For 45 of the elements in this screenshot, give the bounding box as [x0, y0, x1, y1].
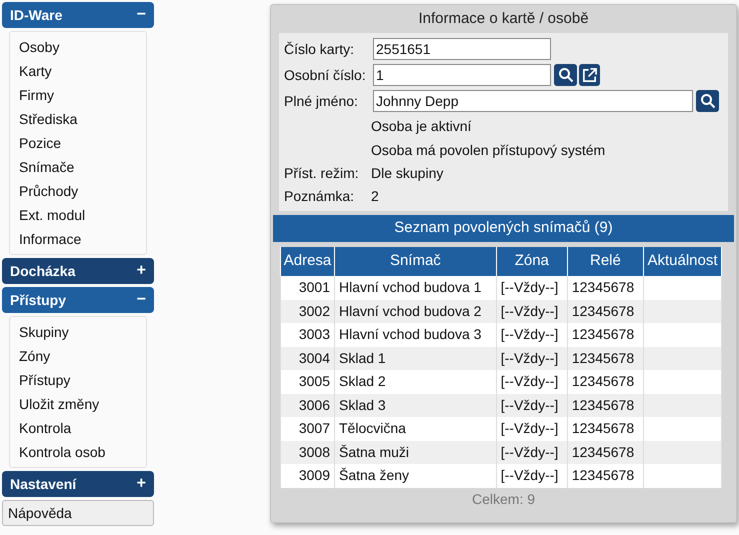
- menu-item[interactable]: Snímače: [10, 155, 84, 179]
- field-label: Číslo karty:: [284, 40, 356, 59]
- info-value: Dle skupiny: [371, 164, 444, 183]
- table-cell: Šatna ženy: [334, 464, 496, 488]
- input-field[interactable]: 2551651: [373, 38, 551, 60]
- menu-item[interactable]: Ext. modul: [10, 203, 94, 227]
- list-title: Seznam povolených snímačů (9): [273, 215, 734, 242]
- panel-title: Informace o kartě / osobě: [417, 8, 590, 29]
- menu-item[interactable]: Informace: [10, 227, 90, 251]
- status-text: Osoba je aktivní: [371, 116, 472, 136]
- search-icon: [700, 93, 716, 109]
- input-field[interactable]: Johnny Depp: [373, 90, 693, 112]
- field-label: Plné jméno:: [284, 92, 359, 111]
- menu-item[interactable]: Kontrola osob: [10, 440, 114, 464]
- info-value: 2: [371, 187, 379, 206]
- search-button[interactable]: [554, 64, 577, 86]
- menu-item[interactable]: Uložit změny: [10, 392, 108, 416]
- status-text: Osoba má povolen přístupový systém: [371, 140, 606, 160]
- info-label: Příst. režim:: [284, 164, 360, 183]
- search-button[interactable]: [696, 90, 719, 112]
- menu-item[interactable]: Přístupy: [10, 368, 80, 392]
- table-cell: 3009: [280, 464, 334, 488]
- menu-item[interactable]: Skupiny: [10, 320, 78, 344]
- table-cell: [--Vždy--]: [496, 464, 568, 488]
- menu-item[interactable]: Osoby: [10, 35, 68, 59]
- menu-item[interactable]: Pozice: [10, 131, 70, 155]
- section-header[interactable]: ID-Ware −: [2, 2, 154, 28]
- open-button[interactable]: [579, 64, 600, 86]
- input-field[interactable]: 1: [373, 64, 551, 86]
- menu-item[interactable]: Zóny: [10, 344, 60, 368]
- field-label: Osobní číslo:: [284, 66, 367, 84]
- section-header[interactable]: Přístupy −: [2, 287, 154, 313]
- info-label: Poznámka:: [284, 187, 356, 206]
- table-cell: 12345678: [567, 464, 644, 488]
- section-header[interactable]: Nastavení +: [2, 471, 154, 497]
- menu-item[interactable]: Střediska: [10, 107, 86, 131]
- total-count: Celkem: 9: [470, 490, 536, 509]
- menu-item[interactable]: Firmy: [10, 83, 63, 107]
- external-link-icon: [582, 68, 597, 82]
- menu-item[interactable]: Karty: [10, 59, 61, 83]
- search-icon: [558, 67, 574, 83]
- section-header[interactable]: Docházka +: [2, 258, 154, 284]
- menu-item[interactable]: Průchody: [10, 179, 88, 203]
- help-button[interactable]: Nápověda: [2, 500, 154, 526]
- menu-item[interactable]: Kontrola: [10, 416, 80, 440]
